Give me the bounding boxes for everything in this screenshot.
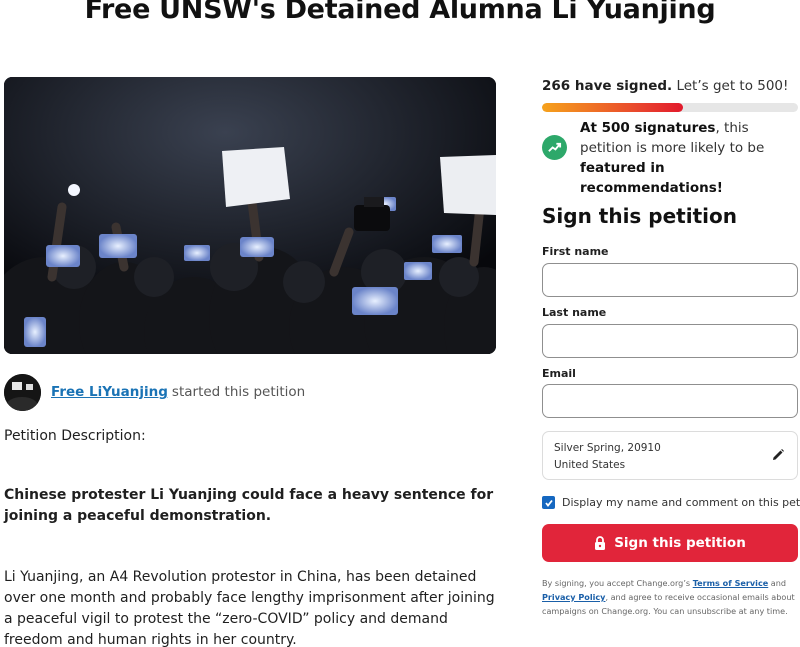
petition-starter: Free LiYuanjing started this petition xyxy=(4,373,305,411)
sign-petition-button[interactable]: Sign this petition xyxy=(542,524,798,562)
first-name-field[interactable] xyxy=(542,263,798,297)
email-field[interactable] xyxy=(542,384,798,418)
pencil-icon[interactable] xyxy=(771,448,785,462)
avatar[interactable] xyxy=(4,373,41,411)
location-box[interactable]: Silver Spring, 20910 United States xyxy=(542,431,798,480)
display-name-label: Display my name and comment on this peti… xyxy=(562,496,800,509)
signature-progress-fill xyxy=(542,103,683,112)
description-lead: Chinese protester Li Yuanjing could face… xyxy=(4,487,494,524)
check-icon xyxy=(544,499,553,507)
sign-petition-label: Sign this petition xyxy=(614,535,746,551)
description-body: Li Yuanjing, an A4 Revolution protestor … xyxy=(4,569,495,647)
signature-count: 266 have signed. Let’s get to 500! xyxy=(542,78,788,94)
signature-progress-bar xyxy=(542,103,798,112)
last-name-field[interactable] xyxy=(542,324,798,358)
email-label: Email xyxy=(542,367,576,380)
page-title: Free UNSW's Detained Alumna Li Yuanjing xyxy=(84,0,716,25)
signature-goal: Let’s get to 500! xyxy=(676,78,789,94)
description-label: Petition Description: xyxy=(4,428,146,444)
starter-name-link[interactable]: Free LiYuanjing xyxy=(51,384,168,400)
legal-notice: By signing, you accept Change.org’s Term… xyxy=(542,578,795,616)
last-name-label: Last name xyxy=(542,306,607,319)
location-country: United States xyxy=(554,459,626,471)
feature-text: At 500 signatures, this petition is more… xyxy=(580,120,765,196)
starter-suffix: started this petition xyxy=(171,384,306,400)
feature-notice: At 500 signatures, this petition is more… xyxy=(542,118,800,198)
petition-photo xyxy=(4,77,496,354)
location-city: Silver Spring, 20910 xyxy=(554,442,661,454)
terms-link[interactable]: Terms of Service xyxy=(693,578,769,588)
privacy-link[interactable]: Privacy Policy xyxy=(542,592,605,602)
display-name-option[interactable]: Display my name and comment on this peti… xyxy=(542,496,800,509)
display-name-checkbox[interactable] xyxy=(542,496,555,509)
sign-heading: Sign this petition xyxy=(542,204,737,228)
signature-count-number: 266 have signed. xyxy=(542,78,673,94)
lock-icon xyxy=(595,536,606,550)
first-name-label: First name xyxy=(542,245,609,258)
trending-up-icon xyxy=(542,135,567,160)
